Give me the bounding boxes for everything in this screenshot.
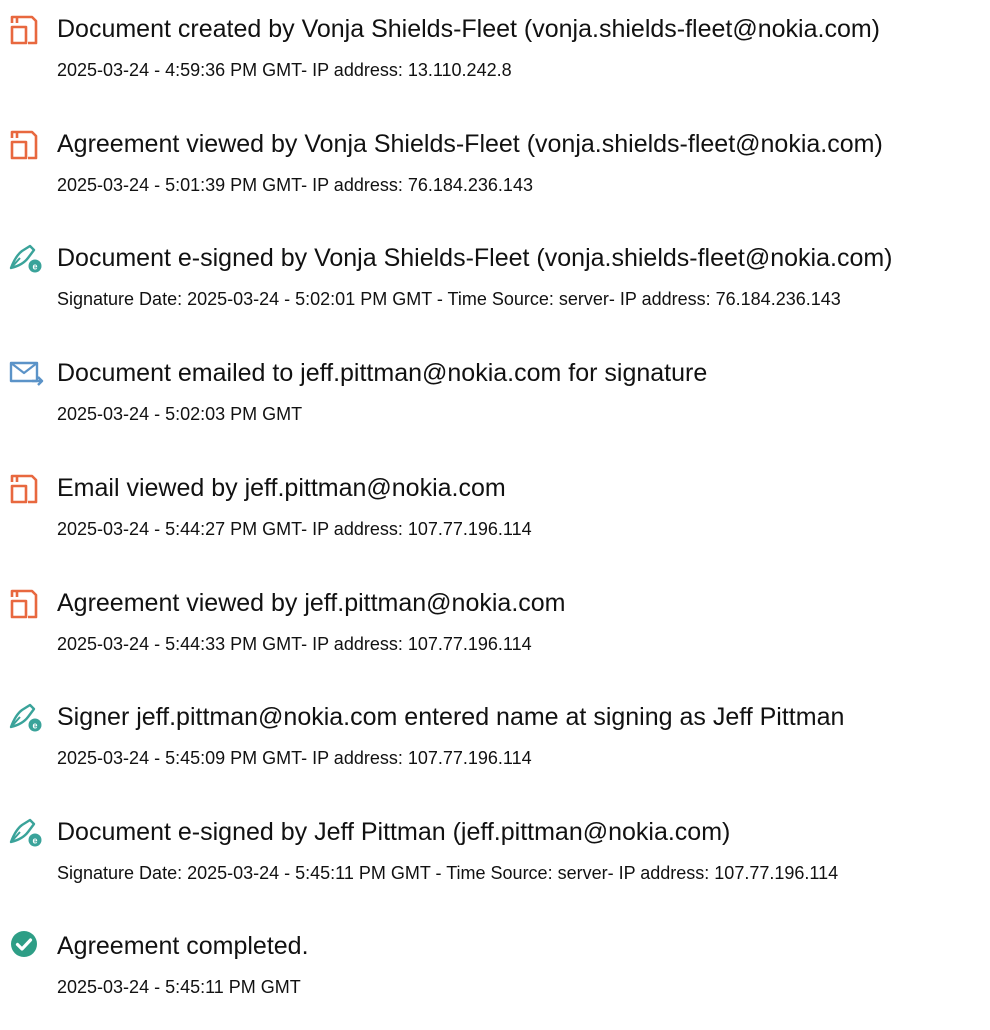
audit-event: Email viewed by jeff.pittman@nokia.com 2… (0, 472, 990, 572)
checkmark-circle-icon (8, 930, 44, 962)
audit-event: Document created by Vonja Shields-Fleet … (0, 13, 990, 113)
event-detail: 2025-03-24 - 5:45:11 PM GMT (57, 977, 301, 997)
event-detail: 2025-03-24 - 5:44:33 PM GMT- IP address:… (57, 634, 532, 654)
audit-event: Agreement viewed by Vonja Shields-Fleet … (0, 128, 990, 228)
event-detail: 2025-03-24 - 5:44:27 PM GMT- IP address:… (57, 519, 532, 539)
audit-event: Document emailed to jeff.pittman@nokia.c… (0, 357, 990, 457)
document-icon (8, 587, 44, 619)
event-title: Document created by Vonja Shields-Fleet … (57, 15, 880, 43)
audit-event: Agreement viewed by jeff.pittman@nokia.c… (0, 587, 990, 687)
event-detail: Signature Date: 2025-03-24 - 5:02:01 PM … (57, 289, 841, 309)
event-detail: 2025-03-24 - 5:45:09 PM GMT- IP address:… (57, 748, 532, 768)
e-sign-pen-icon: e (8, 816, 44, 848)
event-title: Email viewed by jeff.pittman@nokia.com (57, 474, 506, 502)
event-detail: Signature Date: 2025-03-24 - 5:45:11 PM … (57, 863, 839, 883)
svg-text:e: e (32, 721, 37, 731)
audit-event: e Document e-signed by Vonja Shields-Fle… (0, 242, 990, 342)
audit-event: e Document e-signed by Jeff Pittman (jef… (0, 816, 990, 916)
document-icon (8, 128, 44, 160)
e-sign-pen-icon: e (8, 701, 44, 733)
audit-event: Agreement completed. 2025-03-24 - 5:45:1… (0, 930, 990, 1030)
event-title: Document e-signed by Vonja Shields-Fleet… (57, 244, 893, 272)
event-title: Agreement completed. (57, 932, 309, 960)
e-sign-pen-icon: e (8, 242, 44, 274)
svg-text:e: e (32, 836, 37, 846)
event-title: Document e-signed by Jeff Pittman (jeff.… (57, 818, 731, 846)
event-title: Document emailed to jeff.pittman@nokia.c… (57, 359, 708, 387)
document-icon (8, 13, 44, 45)
event-detail: 2025-03-24 - 4:59:36 PM GMT- IP address:… (57, 60, 512, 80)
audit-event: e Signer jeff.pittman@nokia.com entered … (0, 701, 990, 801)
email-send-icon (8, 357, 44, 389)
document-icon (8, 472, 44, 504)
event-title: Signer jeff.pittman@nokia.com entered na… (57, 703, 845, 731)
event-detail: 2025-03-24 - 5:01:39 PM GMT- IP address:… (57, 175, 533, 195)
event-title: Agreement viewed by Vonja Shields-Fleet … (57, 130, 883, 158)
event-detail: 2025-03-24 - 5:02:03 PM GMT (57, 404, 303, 424)
svg-text:e: e (32, 262, 37, 272)
event-title: Agreement viewed by jeff.pittman@nokia.c… (57, 589, 566, 617)
